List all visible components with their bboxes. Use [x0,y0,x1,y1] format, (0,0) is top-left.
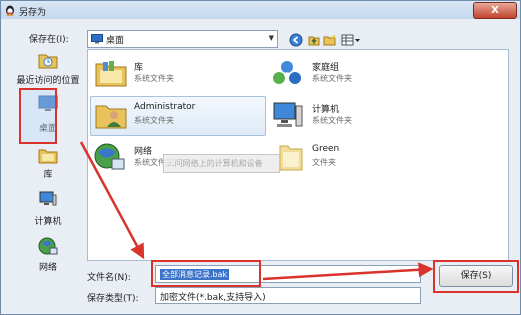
sidebar-item-label: 网络 [38,263,57,273]
homegroup-icon [273,61,301,84]
file-name: 计算机 [312,105,340,115]
network-tooltip: ...问网络上的计算机和设备 [163,154,280,173]
sidebar-item-network[interactable]: 网络 [7,236,89,273]
user-folder-icon [95,105,127,129]
up-folder-icon[interactable] [307,33,321,47]
computer-icon [273,102,303,127]
file-name: 库 [134,63,144,73]
filename-highlight-box [151,260,261,287]
new-folder-icon[interactable] [323,33,337,47]
file-type: 文件夹 [312,158,336,167]
title-bar: 另存为 X [1,1,520,19]
sidebar-item-recent-places[interactable]: 最近访问的位置 [7,50,89,90]
file-name: Administrator [134,102,196,112]
sidebar-item-label: 计算机 [34,217,62,227]
file-item-administrator[interactable]: Administrator 系统文件夹 [92,100,262,132]
window-title: 另存为 [19,8,47,18]
save-as-dialog: 另存为 X 保存在(I): 桌面 ▼ 最近访问的位置 桌面 库 计算机 网络 库… [0,0,521,315]
network-icon [94,143,125,170]
libraries-icon [38,149,58,164]
save-highlight-box [433,260,519,293]
filename-label: 文件名(N): [87,273,131,283]
computer-icon [39,191,57,206]
save-in-dropdown[interactable]: 桌面 ▼ [87,30,278,48]
file-item-libraries[interactable]: 库 系统文件夹 [92,58,262,90]
close-button[interactable]: X [473,2,517,19]
back-icon[interactable] [289,33,303,47]
file-item-homegroup[interactable]: 家庭组 系统文件夹 [270,58,440,90]
libraries-icon [95,61,127,87]
file-item-computer[interactable]: 计算机 系统文件夹 [270,100,440,132]
network-icon [38,237,58,255]
file-type: 系统文件夹 [312,116,352,125]
desktop-highlight-box [19,88,57,144]
filetype-value: 加密文件(*.bak,支持导入) [160,293,266,303]
close-icon: X [491,5,499,16]
qq-penguin-icon [6,5,14,16]
file-list: 库 系统文件夹 家庭组 系统文件夹 Administrator 系统文件夹 计算… [87,49,509,261]
filetype-label: 保存类型(T): [87,294,139,304]
sidebar-item-label: 最近访问的位置 [16,76,80,86]
file-name: 网络 [134,147,153,157]
file-name: Green [312,144,340,154]
file-type: 系统文件夹 [134,116,174,125]
file-type: 系统文件夹 [312,74,352,83]
sidebar-item-libraries[interactable]: 库 [7,146,89,180]
places-sidebar: 最近访问的位置 桌面 库 计算机 网络 [7,48,89,286]
chevron-down-icon: ▼ [268,34,274,42]
file-type: 系统文件夹 [134,74,174,83]
sidebar-item-label: 库 [43,170,53,180]
filetype-dropdown[interactable]: 加密文件(*.bak,支持导入) [155,287,421,304]
view-menu-icon[interactable] [341,33,361,47]
file-name: 家庭组 [312,63,340,73]
desktop-icon [91,34,103,44]
recent-places-icon [38,54,58,69]
save-in-value: 桌面 [106,36,125,46]
save-in-label: 保存在(I): [29,35,69,45]
file-item-green[interactable]: Green 文件夹 [270,142,440,174]
sidebar-item-computer[interactable]: 计算机 [7,190,89,227]
